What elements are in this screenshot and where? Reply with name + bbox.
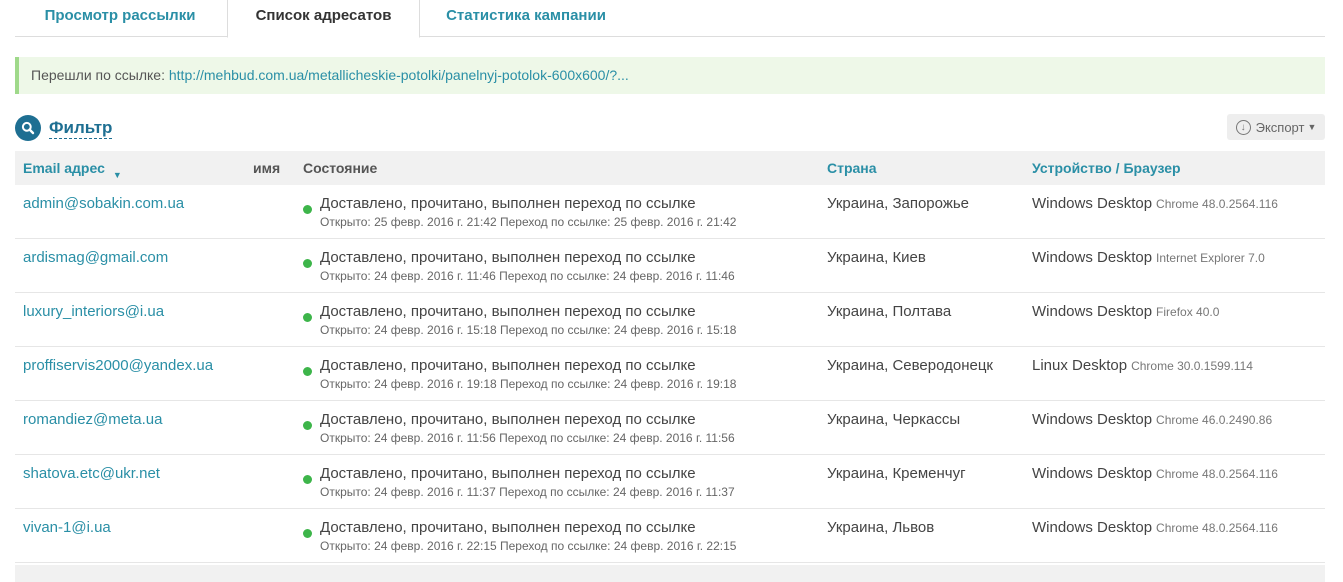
device-name: Linux Desktop [1032,357,1128,374]
device-browser: Windows Desktop Firefox 40.0 [1032,303,1219,320]
table-row: ardismag@gmail.com Доставлено, прочитано,… [15,239,1325,293]
delivery-status: Доставлено, прочитано, выполнен переход … [320,411,696,428]
delivery-status: Доставлено, прочитано, выполнен переход … [320,303,696,320]
status-indicator-icon [303,313,312,322]
device-browser: Windows Desktop Chrome 46.0.2490.86 [1032,411,1272,428]
status-indicator-icon [303,205,312,214]
table-row: proffiservis2000@yandex.ua Доставлено, пр… [15,347,1325,401]
status-detail: Открыто: 25 февр. 2016 г. 21:42 Переход … [320,215,737,229]
status-indicator-icon [303,529,312,538]
table-footer [15,565,1325,582]
status-detail: Открыто: 24 февр. 2016 г. 19:18 Переход … [320,377,737,391]
delivery-status: Доставлено, прочитано, выполнен переход … [320,519,696,536]
browser-name: Chrome 48.0.2564.116 [1156,521,1278,535]
device-name: Windows Desktop [1032,411,1153,428]
country-city: Украина, Полтава [827,303,952,320]
country-city: Украина, Запорожье [827,195,970,212]
filter-toggle[interactable]: Фильтр [15,115,113,141]
column-device-header[interactable]: Устройство / Браузер [1032,151,1181,185]
export-button[interactable]: ↓ Экспорт ▼ [1227,114,1325,140]
table-header: Email адрес ▼ имя Состояние Страна Устрой… [15,151,1325,185]
device-browser: Windows Desktop Chrome 48.0.2564.116 [1032,465,1278,482]
search-icon[interactable] [15,115,41,141]
browser-name: Chrome 46.0.2490.86 [1156,413,1273,427]
column-status-header: Состояние [303,160,378,176]
status-detail: Открыто: 24 февр. 2016 г. 15:18 Переход … [320,323,737,337]
recipient-email[interactable]: admin@sobakin.com.ua [23,195,184,212]
tab-recipients[interactable]: Список адресатов [227,0,420,38]
table-row: vivan-1@i.ua Доставлено, прочитано, выпол… [15,509,1325,563]
delivery-status: Доставлено, прочитано, выполнен переход … [320,357,696,374]
device-browser: Windows Desktop Internet Explorer 7.0 [1032,249,1265,266]
table-row: romandiez@meta.ua Доставлено, прочитано, … [15,401,1325,455]
device-browser: Windows Desktop Chrome 48.0.2564.116 [1032,195,1278,212]
export-label: Экспорт [1255,119,1305,135]
recipient-email[interactable]: vivan-1@i.ua [23,519,111,536]
country-city: Украина, Киев [827,249,926,266]
device-name: Windows Desktop [1032,303,1153,320]
device-name: Windows Desktop [1032,519,1153,536]
column-name-header: имя [253,160,281,176]
device-name: Windows Desktop [1032,195,1153,212]
status-detail: Открыто: 24 февр. 2016 г. 22:15 Переход … [320,539,737,553]
recipient-email[interactable]: ardismag@gmail.com [23,249,168,266]
recipient-email[interactable]: proffiservis2000@yandex.ua [23,357,213,374]
tab-stats[interactable]: Статистика кампании [420,0,632,37]
table-row: shatova.etc@ukr.net Доставлено, прочитано… [15,455,1325,509]
notice-link[interactable]: http://mehbud.com.ua/metallicheskie-poto… [169,67,629,83]
status-indicator-icon [303,259,312,268]
tab-bar: Просмотр рассылки Список адресатов Стати… [15,0,1325,38]
status-detail: Открыто: 24 февр. 2016 г. 11:46 Переход … [320,269,735,283]
browser-name: Chrome 48.0.2564.116 [1156,467,1278,481]
table-body: admin@sobakin.com.ua Доставлено, прочитан… [15,185,1325,563]
column-email-label: Email адрес [23,160,105,176]
country-city: Украина, Черкассы [827,411,961,428]
browser-name: Internet Explorer 7.0 [1156,251,1265,265]
recipient-email[interactable]: romandiez@meta.ua [23,411,162,428]
recipient-email[interactable]: luxury_interiors@i.ua [23,303,164,320]
device-browser: Windows Desktop Chrome 48.0.2564.116 [1032,519,1278,536]
recipient-email[interactable]: shatova.etc@ukr.net [23,465,160,482]
device-browser: Linux Desktop Chrome 30.0.1599.114 [1032,357,1253,374]
status-indicator-icon [303,421,312,430]
table-row: luxury_interiors@i.ua Доставлено, прочита… [15,293,1325,347]
country-city: Украина, Северодонецк [827,357,993,374]
status-detail: Открыто: 24 февр. 2016 г. 11:37 Переход … [320,485,735,499]
click-notice: Перешли по ссылке: http://mehbud.com.ua/… [15,57,1325,94]
device-name: Windows Desktop [1032,465,1153,482]
column-country-header[interactable]: Страна [827,151,877,185]
status-detail: Открыто: 24 февр. 2016 г. 11:56 Переход … [320,431,735,445]
caret-down-icon: ▼ [1307,122,1317,132]
status-indicator-icon [303,367,312,376]
status-indicator-icon [303,475,312,484]
delivery-status: Доставлено, прочитано, выполнен переход … [320,195,696,212]
delivery-status: Доставлено, прочитано, выполнен переход … [320,465,696,482]
notice-prefix: Перешли по ссылке: [31,67,165,83]
filter-label[interactable]: Фильтр [49,118,113,139]
browser-name: Chrome 30.0.1599.114 [1131,359,1253,373]
download-icon: ↓ [1235,119,1251,135]
recipients-table: Email адрес ▼ имя Состояние Страна Устрой… [15,151,1325,563]
browser-name: Firefox 40.0 [1156,305,1220,319]
tab-preview[interactable]: Просмотр рассылки [15,0,225,37]
country-city: Украина, Кременчуг [827,465,966,482]
device-name: Windows Desktop [1032,249,1153,266]
table-row: admin@sobakin.com.ua Доставлено, прочитан… [15,185,1325,239]
browser-name: Chrome 48.0.2564.116 [1156,197,1278,211]
delivery-status: Доставлено, прочитано, выполнен переход … [320,249,696,266]
country-city: Украина, Львов [827,519,935,536]
